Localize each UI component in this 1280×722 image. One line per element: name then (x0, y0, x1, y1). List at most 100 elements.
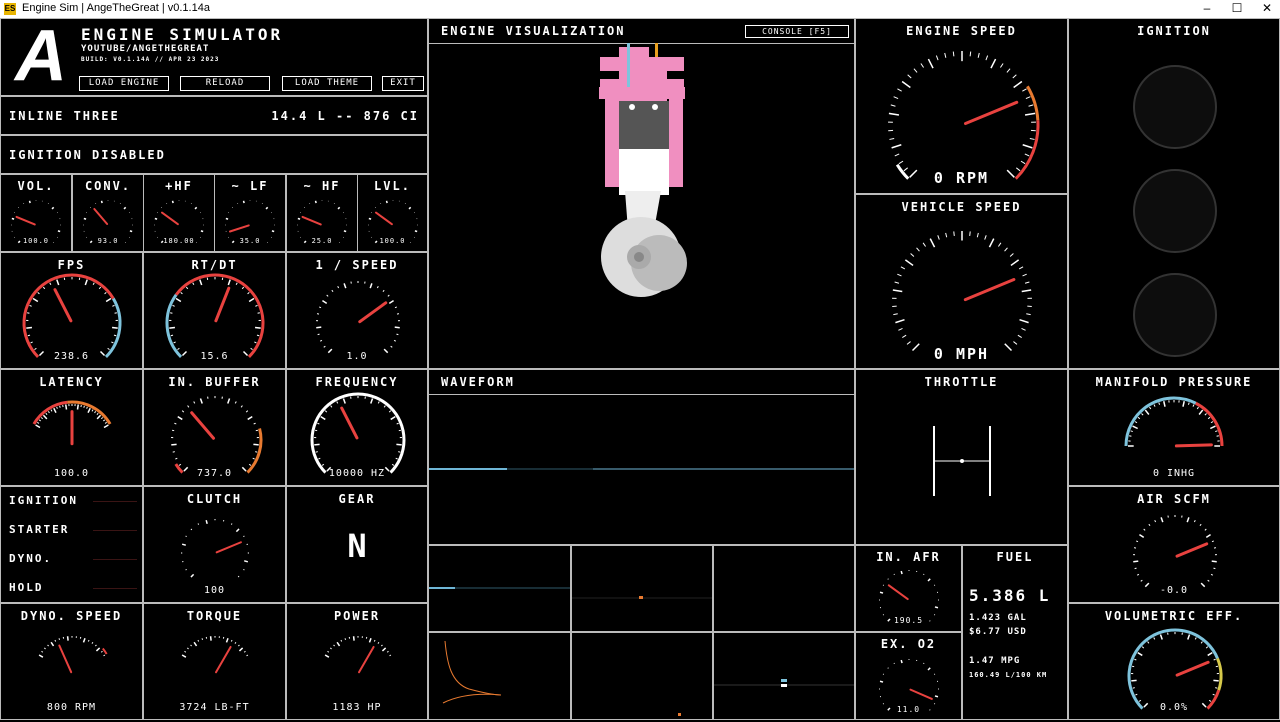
gauge-tick (946, 233, 947, 237)
header-panel: A ENGINE SIMULATOR YOUTUBE/ANGETHEGREAT … (0, 18, 428, 96)
gauge-tick (330, 648, 331, 649)
gauge-tick (155, 219, 157, 220)
gauge-arc (167, 295, 181, 357)
gauge-tick (130, 231, 132, 232)
gauge-tick (391, 346, 393, 347)
gauge-tick (174, 423, 176, 424)
gauge-tick (389, 411, 391, 412)
gauge-tick (52, 207, 54, 209)
latency-panel: LATENCY 100.0 (0, 369, 143, 486)
toggle-hold[interactable]: HOLD (9, 581, 44, 594)
gauge-tick (1200, 524, 1201, 526)
gauge-tick (28, 335, 30, 336)
gauge-tick (238, 576, 239, 577)
gauge-tick (104, 425, 108, 428)
gauge-tick (319, 307, 321, 308)
gauge-tick (1148, 642, 1149, 644)
load-engine-button[interactable]: LOAD ENGINE (79, 76, 169, 91)
gauge-tick (235, 642, 236, 643)
gauge-tick (387, 201, 388, 203)
gauge-tick (392, 464, 394, 465)
engine-visualization-panel: ENGINE VISUALIZATION CONSOLE [F5] (428, 18, 855, 369)
gauge-tick (68, 636, 69, 640)
gauge-tick (953, 52, 954, 57)
close-button[interactable]: ✕ (1252, 0, 1280, 18)
gauge-tick (255, 305, 257, 306)
gauge-tick (1022, 328, 1026, 330)
gauge-tick (84, 219, 86, 220)
gauge-tick (935, 696, 938, 697)
gauge-tick (191, 574, 194, 577)
gauge-tick (241, 406, 242, 408)
gauge-tick (34, 348, 36, 349)
maximize-button[interactable]: ☐ (1222, 0, 1252, 18)
gauge-tick (991, 59, 996, 68)
gauge-tick (193, 283, 194, 285)
small-gauge-panel: CONV. 93.0 (72, 174, 144, 252)
toggle-ignition[interactable]: IGNITION (9, 494, 78, 507)
gauge-tick (1000, 63, 1003, 67)
gauge-tick (272, 231, 274, 232)
gauge-tick (1014, 82, 1022, 88)
ignition-cylinders (1069, 19, 1279, 368)
gauge-tick (1205, 413, 1207, 415)
gauge-tick (93, 283, 94, 285)
exit-button[interactable]: EXIT (382, 76, 424, 91)
gauge-tick (198, 524, 199, 525)
small-gauge-panel: ~ LF 35.0 (214, 174, 286, 252)
toggle-ignition-indicator (93, 501, 137, 502)
gauge-tick (384, 406, 385, 408)
gauge-tick (317, 423, 319, 424)
engine-info-panel: INLINE THREE 14.4 L -- 876 CI (0, 96, 428, 135)
gauge-tick (899, 161, 903, 164)
gauge-tick (892, 145, 902, 148)
gauge-tick (246, 411, 248, 412)
vehicle-speed-value: 0 MPH (856, 345, 1067, 363)
small-gauge-panel: +HF 180.00 (143, 174, 215, 252)
gauge-tick (1005, 248, 1008, 251)
gauge-tick (977, 233, 978, 237)
gauge-arc (176, 275, 263, 357)
gauge-tick (1145, 410, 1149, 414)
gauge-tick (1154, 637, 1155, 639)
gauge-tick (1215, 431, 1217, 432)
gauge-tick (102, 201, 103, 203)
dyno-speed-gauge (1, 604, 143, 714)
plot-4 (428, 632, 571, 720)
gauge-tick (1141, 413, 1143, 415)
gauge-tick (396, 458, 398, 459)
toggles-panel: IGNITION STARTER DYNO. HOLD (0, 486, 143, 603)
air-scfm-gauge (1069, 487, 1280, 601)
gauge-tick (1188, 634, 1190, 639)
gauge-needle (1177, 662, 1208, 675)
gauge-tick (1205, 529, 1206, 530)
gauge-tick (390, 655, 391, 656)
load-theme-button[interactable]: LOAD THEME (282, 76, 372, 91)
gauge-needle (376, 213, 392, 225)
gauge-tick (194, 642, 196, 646)
ignition-cylinder-2 (1134, 170, 1216, 252)
gauge-tick (935, 607, 938, 608)
reload-button[interactable]: RELOAD (180, 76, 270, 91)
gauge-tick (33, 299, 38, 302)
gauge-tick (1136, 541, 1138, 542)
gauge-tick (54, 408, 56, 413)
inv-speed-gauge (287, 253, 429, 367)
gauge-tick (85, 280, 87, 285)
toggle-starter[interactable]: STARTER (9, 523, 69, 536)
gauge-tick (1138, 653, 1143, 656)
fuel-label: FUEL (963, 550, 1067, 564)
gauge-tick (92, 642, 93, 643)
gauge-tick (191, 529, 192, 530)
gauge-tick (378, 401, 379, 403)
gauge-tick (316, 201, 317, 203)
gauge-tick (905, 260, 913, 266)
toggle-dyno[interactable]: DYNO. (9, 552, 52, 565)
gauge-tick (235, 401, 236, 403)
gauge-tick (1020, 320, 1029, 323)
minimize-button[interactable]: – (1192, 0, 1222, 18)
gauge-tick (907, 342, 911, 345)
small-gauge-value: 100.0 (358, 237, 427, 245)
gauge-tick (986, 56, 988, 61)
gauge-tick (58, 231, 60, 232)
